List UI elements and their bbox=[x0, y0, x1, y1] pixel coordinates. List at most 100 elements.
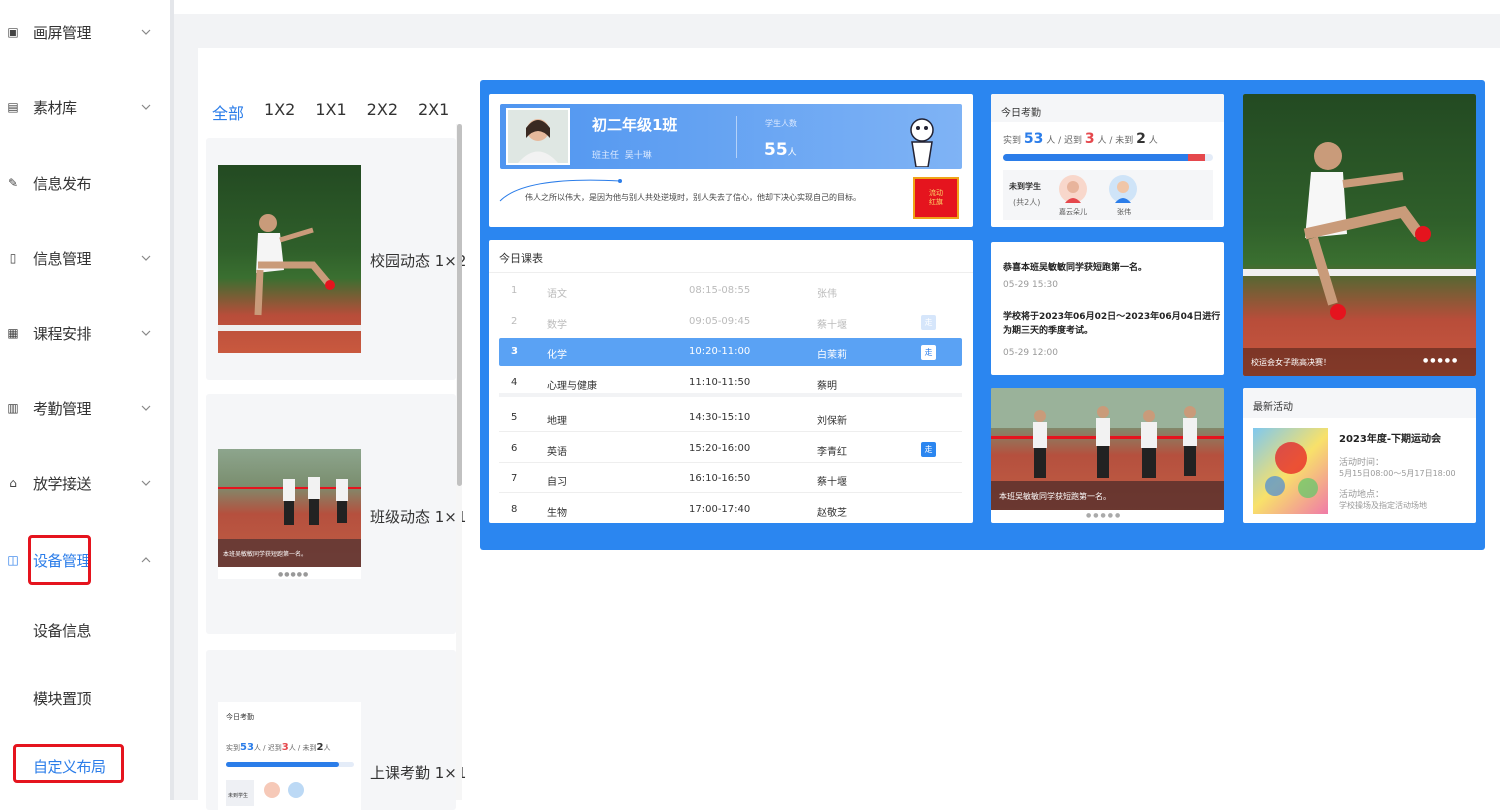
athlete-figure bbox=[1243, 142, 1476, 320]
tab-1x2[interactable]: 1X2 bbox=[264, 100, 295, 124]
sidebar-item-info-management[interactable]: ▯ 信息管理 bbox=[0, 238, 170, 278]
runners-figure bbox=[991, 388, 1224, 478]
chevron-down-icon bbox=[141, 255, 151, 261]
sidebar-subitem-device-info[interactable]: 设备信息 bbox=[33, 620, 92, 641]
students-count-line: 55人 bbox=[764, 140, 797, 160]
sidebar-item-attendance[interactable]: ▥ 考勤管理 bbox=[0, 388, 170, 428]
schedule-time: 08:15-08:55 bbox=[689, 285, 751, 296]
campus-photo-card[interactable]: 校运会女子跳高决赛！ ●●●●● bbox=[1243, 94, 1476, 376]
news-item-title[interactable]: 学校将于2023年06月02日～2023年06月04日进行为期三天的季度考试。 bbox=[1003, 310, 1221, 338]
avatar bbox=[1059, 175, 1087, 203]
news-item-date: 05-29 15:30 bbox=[1003, 280, 1058, 290]
activity-card[interactable]: 最新活动 2023年度-下期运动会 活动时间： 5月15日08:00～5月17日… bbox=[1243, 388, 1476, 523]
attendance-mini-progress bbox=[226, 762, 354, 767]
schedule-row[interactable]: 8 生物 17:00-17:40 赵敬芝 bbox=[499, 496, 962, 523]
teacher-avatar bbox=[508, 110, 568, 163]
late-prefix: 人 / 迟到 bbox=[253, 744, 282, 752]
students-label: 学生人数 bbox=[765, 119, 797, 128]
attendance-mini-title: 今日考勤 bbox=[226, 713, 254, 721]
schedule-row[interactable]: 7 自习 16:10-16:50 蔡十堰 bbox=[499, 465, 962, 493]
teacher-line: 班主任 吴十琳 bbox=[592, 148, 652, 161]
progress-present bbox=[1003, 154, 1188, 161]
sidebar-item-label: 课程安排 bbox=[33, 324, 92, 343]
schedule-subject: 生物 bbox=[547, 508, 567, 519]
mascot-illustration bbox=[910, 118, 934, 167]
carousel-dots[interactable]: ●●●●● bbox=[1423, 357, 1459, 364]
sidebar-item-pickup[interactable]: ⌂ 放学接送 bbox=[0, 463, 170, 503]
schedule-period: 6 bbox=[511, 443, 518, 454]
sidebar-item-material-library[interactable]: ▤ 素材库 bbox=[0, 87, 170, 127]
schedule-period: 8 bbox=[511, 504, 518, 515]
module-card-attendance[interactable]: 今日考勤 实到53人 / 迟到3人 / 未到2人 未到学生 bbox=[206, 650, 456, 810]
activity-place-value: 学校操场及指定活动场地 bbox=[1339, 501, 1427, 510]
tab-2x2[interactable]: 2X2 bbox=[367, 100, 398, 124]
sidebar-item-screen-management[interactable]: ▣ 画屏管理 bbox=[0, 12, 170, 52]
late-count: 3 bbox=[281, 742, 289, 753]
walk-badge: 走 bbox=[921, 345, 936, 360]
attendance-icon: ▥ bbox=[7, 401, 19, 415]
attendance-card[interactable]: 今日考勤 实到 53 人 / 迟到 3 人 / 未到 2 人 未到学生 (共2人… bbox=[991, 94, 1224, 227]
campus-photo bbox=[1243, 94, 1476, 376]
avatar bbox=[264, 782, 280, 798]
schedule-time: 09:05-09:45 bbox=[689, 316, 751, 327]
class-info-card[interactable]: 初二年级1班 班主任 吴十琳 学生人数 55人 伟人之所以伟大，是因为他与别人共… bbox=[489, 94, 973, 227]
sidebar-item-label: 考勤管理 bbox=[33, 399, 92, 418]
schedule-row[interactable]: 6 英语 15:20-16:00 李青红 走 bbox=[499, 435, 962, 463]
module-list-scrollbar-thumb[interactable] bbox=[457, 124, 462, 486]
layout-preview: 初二年级1班 班主任 吴十琳 学生人数 55人 伟人之所以伟大，是因为他与别人共… bbox=[480, 80, 1485, 550]
schedule-row[interactable]: 3 化学 10:20-11:00 白茉莉 走 bbox=[499, 338, 962, 366]
sidebar-item-label: 素材库 bbox=[33, 98, 77, 117]
chevron-down-icon bbox=[141, 104, 151, 110]
news-card[interactable]: 恭喜本班吴敏敏同学获短跑第一名。 05-29 15:30 学校将于2023年06… bbox=[991, 242, 1224, 375]
absent-title: 未到学生 bbox=[1009, 182, 1041, 191]
class-news-thumbnail: 本班吴敏敏同学获短跑第一名。 ●●●●● bbox=[218, 449, 361, 579]
schedule-row[interactable]: 5 地理 14:30-15:10 刘保新 bbox=[499, 404, 962, 432]
module-label: 上课考勤 1×1 bbox=[370, 764, 467, 782]
news-item-title[interactable]: 恭喜本班吴敏敏同学获短跑第一名。 bbox=[1003, 262, 1218, 275]
schedule-row[interactable]: 4 心理与健康 11:10-11:50 蔡明 bbox=[499, 369, 962, 397]
runners-figure bbox=[218, 477, 361, 525]
carousel-dots[interactable]: ●●●●● bbox=[1086, 512, 1122, 519]
tab-all[interactable]: 全部 bbox=[212, 100, 244, 124]
schedule-time: 14:30-15:10 bbox=[689, 412, 751, 423]
sidebar-item-info-publish[interactable]: ✎ 信息发布 bbox=[0, 163, 170, 203]
avatar bbox=[288, 782, 304, 798]
sidebar-subitem-module-pin[interactable]: 模块置顶 bbox=[33, 688, 92, 709]
schedule-time: 10:20-11:00 bbox=[689, 346, 751, 357]
tab-1x1[interactable]: 1X1 bbox=[315, 100, 346, 124]
walk-badge: 走 bbox=[921, 315, 936, 330]
caption-bar: 本班吴敏敏同学获短跑第一名。 bbox=[218, 539, 361, 567]
walk-badge: 走 bbox=[921, 442, 936, 457]
schedule-teacher: 赵敬芝 bbox=[817, 508, 847, 519]
chevron-up-icon bbox=[141, 557, 151, 563]
schedule-card[interactable]: 今日课表 1 语文 08:15-08:55 张伟 2 数学 09:05-09:45 蔡十堰走 3… bbox=[489, 240, 973, 523]
attendance-progress bbox=[1003, 154, 1213, 161]
schedule-period: 2 bbox=[511, 316, 518, 327]
material-icon: ▤ bbox=[7, 100, 19, 114]
sidebar-item-label: 放学接送 bbox=[33, 474, 92, 493]
unit-label: 人 bbox=[1148, 136, 1158, 146]
schedule-teacher: 白茉莉 bbox=[817, 350, 847, 361]
module-label: 校园动态 1×2 bbox=[370, 252, 467, 270]
progress-present bbox=[226, 762, 339, 767]
schedule-subject: 地理 bbox=[547, 416, 567, 427]
schedule-time: 17:00-17:40 bbox=[689, 504, 751, 515]
schedule-row[interactable]: 2 数学 09:05-09:45 蔡十堰 走 bbox=[499, 308, 962, 336]
schedule-subject: 英语 bbox=[547, 447, 567, 458]
chevron-down-icon bbox=[141, 330, 151, 336]
tab-2x1[interactable]: 2X1 bbox=[418, 100, 449, 124]
activity-title: 最新活动 bbox=[1253, 402, 1293, 413]
progress-late bbox=[1187, 154, 1205, 161]
athlete-figure bbox=[218, 214, 361, 331]
highlight-box bbox=[13, 744, 124, 783]
schedule-row[interactable]: 1 语文 08:15-08:55 张伟 bbox=[499, 277, 962, 305]
schedule-time: 16:10-16:50 bbox=[689, 473, 751, 484]
class-photo-card[interactable]: 本班吴敏敏同学获短跑第一名。 ●●●●● bbox=[991, 388, 1224, 523]
device-icon: ◫ bbox=[7, 553, 19, 567]
schedule-subject: 语文 bbox=[547, 289, 567, 300]
schedule-time: 15:20-16:00 bbox=[689, 443, 751, 454]
activity-time-value: 5月15日08:00～5月17日18:00 bbox=[1339, 469, 1456, 478]
absent-prefix: 人 / 未到 bbox=[288, 744, 317, 752]
sidebar-item-course-schedule[interactable]: ▦ 课程安排 bbox=[0, 313, 170, 353]
screen-icon: ▣ bbox=[7, 25, 19, 39]
